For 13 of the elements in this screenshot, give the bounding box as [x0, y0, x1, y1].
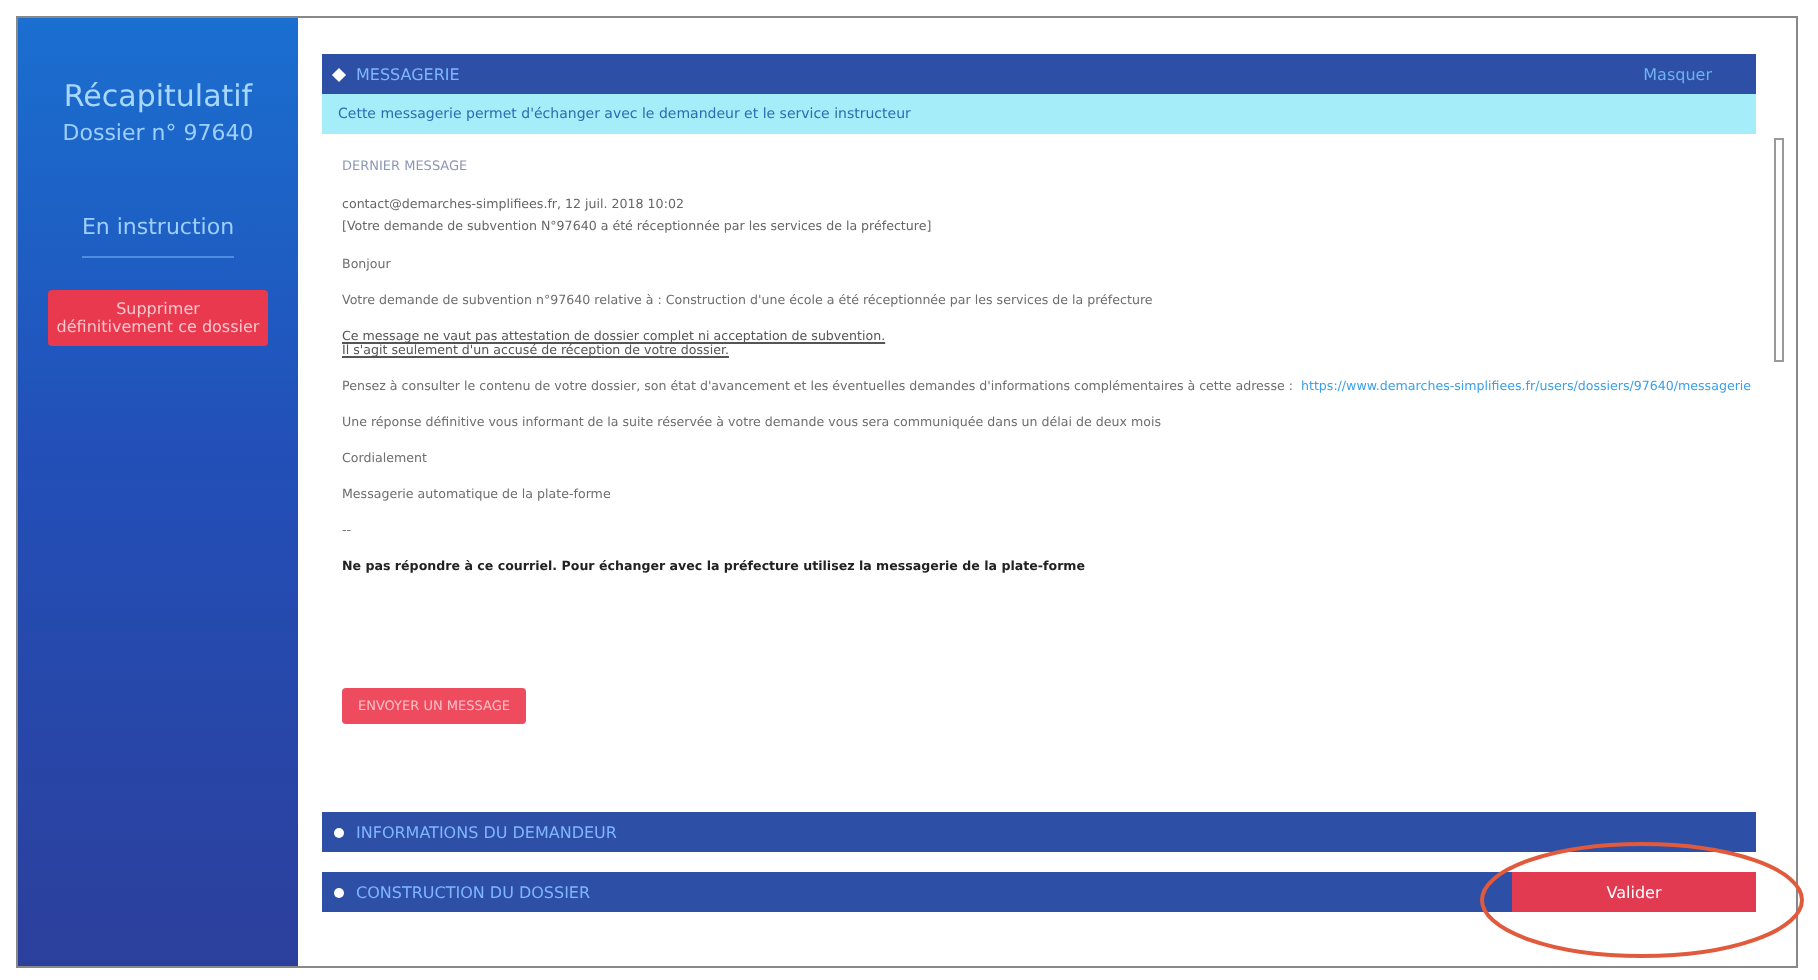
- validate-button[interactable]: Valider: [1512, 872, 1756, 912]
- status-label: En instruction: [81, 214, 235, 258]
- dossier-number: Dossier n° 97640: [62, 120, 254, 146]
- delete-button[interactable]: Supprimer définitivement ce dossier: [48, 290, 268, 346]
- sidebar-title: Récapitulatif: [63, 78, 253, 114]
- section-header[interactable]: CONSTRUCTION DU DOSSIER Valider: [322, 872, 1756, 912]
- scrollbar[interactable]: [1774, 138, 1784, 362]
- section-title: INFORMATIONS DU DEMANDEUR: [356, 823, 619, 841]
- section-header[interactable]: MESSAGERIE Masquer: [322, 54, 1756, 94]
- section-title: CONSTRUCTION DU DOSSIER: [356, 883, 593, 901]
- section-title: MESSAGERIE: [356, 65, 462, 83]
- section-header[interactable]: INFORMATIONS DU DEMANDEUR: [322, 812, 1756, 852]
- toggle-link[interactable]: Masquer: [1643, 65, 1756, 83]
